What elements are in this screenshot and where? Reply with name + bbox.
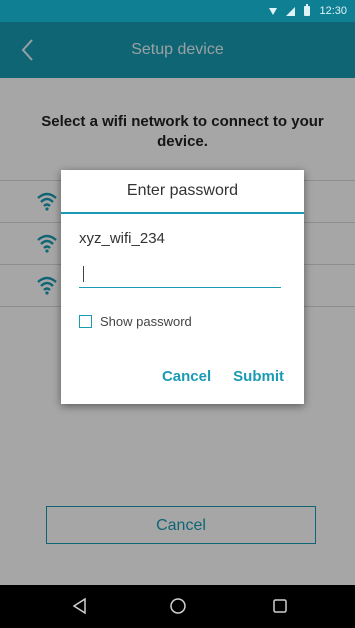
dialog-divider (61, 212, 304, 214)
nav-recents-button[interactable] (268, 594, 292, 618)
nav-back-button[interactable] (68, 594, 92, 618)
battery-icon (304, 4, 311, 16)
status-time: 12:30 (319, 5, 347, 17)
show-password-toggle[interactable]: Show password (79, 312, 192, 330)
password-input[interactable] (79, 260, 281, 288)
status-bar: 12:30 (0, 0, 355, 22)
back-triangle-icon (72, 597, 86, 615)
text-cursor (83, 266, 84, 282)
dialog-actions: Cancel Submit (162, 368, 284, 385)
cell-signal-icon (286, 6, 296, 16)
submit-button[interactable]: Submit (233, 368, 284, 385)
home-circle-icon (170, 598, 186, 614)
dialog-title: Enter password (126, 182, 239, 199)
show-password-checkbox[interactable] (79, 314, 92, 328)
system-nav-bar (0, 585, 355, 628)
dialog-cancel-button[interactable]: Cancel (162, 368, 211, 385)
password-dialog: Enter password xyz_wifi_234 Show passwor… (61, 170, 304, 404)
phone-screen: 12:30 Setup device Select a wifi network… (0, 0, 355, 628)
network-ssid: xyz_wifi_234 (79, 230, 165, 247)
recents-square-icon (273, 599, 287, 613)
wifi-signal-icon (269, 7, 278, 15)
show-password-label: Show password (100, 313, 192, 329)
status-icons: 12:30 (269, 0, 347, 22)
nav-home-button[interactable] (166, 594, 190, 618)
